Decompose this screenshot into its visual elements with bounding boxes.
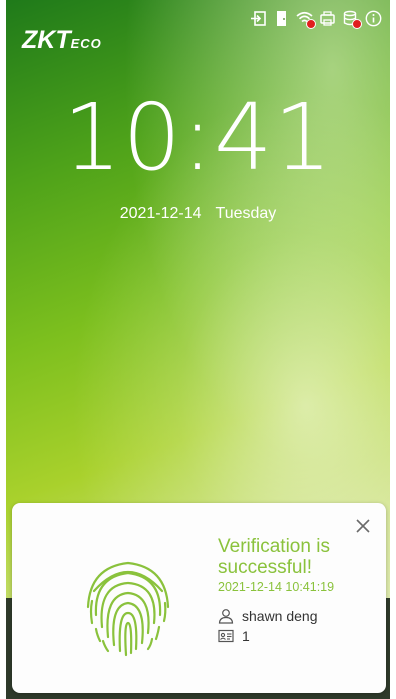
- fingerprint-icon: [86, 561, 170, 657]
- info-icon[interactable]: [365, 10, 382, 27]
- wifi-alert-badge: [306, 19, 316, 29]
- device-screen: ZKTECO 10:41 2021-12-14 Tuesday Verifica…: [6, 0, 390, 699]
- user-name: shawn deng: [242, 608, 318, 624]
- clock-date: 2021-12-14: [119, 205, 202, 222]
- logo-suffix: ECO: [70, 36, 102, 51]
- clock-time: 10:41: [62, 84, 334, 191]
- verification-timestamp: 2021-12-14 10:41:19: [218, 580, 335, 594]
- database-alert-badge: [352, 19, 362, 29]
- user-id: 1: [242, 628, 250, 644]
- zkteco-logo: ZKTECO: [22, 28, 102, 56]
- printer-icon[interactable]: [319, 10, 336, 27]
- clock-weekday: Tuesday: [215, 205, 277, 222]
- wifi-icon[interactable]: [296, 10, 316, 29]
- door-icon[interactable]: [273, 10, 290, 27]
- verification-title: Verification is successful!: [218, 536, 330, 578]
- user-id-row: 1: [218, 628, 250, 644]
- close-icon: [356, 519, 370, 533]
- close-button[interactable]: [354, 517, 372, 535]
- status-bar: [250, 10, 382, 29]
- id-card-icon: [218, 629, 234, 643]
- exit-icon[interactable]: [250, 10, 267, 27]
- user-name-row: shawn deng: [218, 608, 318, 624]
- user-icon: [218, 609, 234, 624]
- verification-popup: Verification is successful! 2021-12-14 1…: [12, 503, 386, 693]
- database-icon[interactable]: [342, 10, 362, 29]
- date-line: 2021-12-14 Tuesday: [6, 204, 390, 224]
- logo-main: ZKT: [22, 26, 71, 54]
